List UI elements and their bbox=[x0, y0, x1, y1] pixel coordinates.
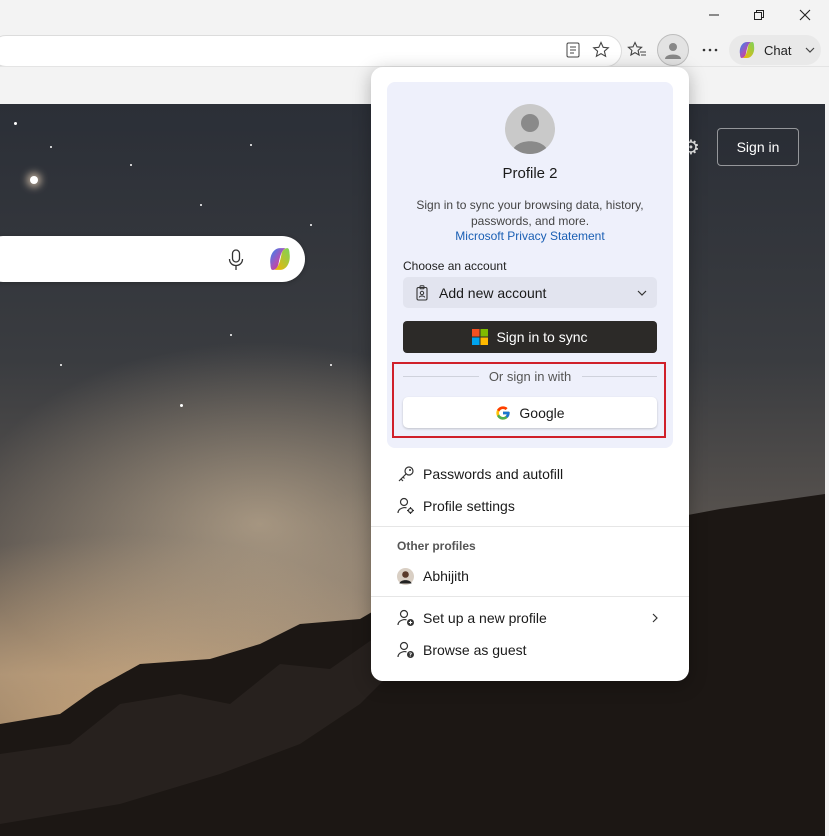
add-favorite-icon[interactable] bbox=[590, 39, 612, 61]
passwords-autofill-item[interactable]: Passwords and autofill bbox=[388, 460, 672, 488]
page-sign-in-button[interactable]: Sign in bbox=[717, 128, 799, 166]
copilot-search-icon[interactable] bbox=[264, 244, 296, 274]
profile-settings-label: Profile settings bbox=[423, 498, 515, 514]
other-profile-item[interactable]: Abhijith bbox=[388, 562, 672, 590]
close-icon bbox=[799, 9, 811, 21]
restore-button[interactable] bbox=[736, 0, 782, 30]
browse-as-guest-label: Browse as guest bbox=[423, 642, 527, 658]
set-up-new-profile-item[interactable]: Set up a new profile bbox=[388, 604, 672, 632]
copilot-icon bbox=[739, 42, 755, 58]
badge-icon bbox=[416, 284, 428, 301]
person-settings-icon bbox=[388, 497, 423, 515]
profile-button[interactable] bbox=[657, 34, 689, 66]
add-person-icon bbox=[388, 609, 423, 627]
favorites-icon[interactable] bbox=[626, 39, 648, 61]
copilot-chat-button[interactable]: Chat bbox=[729, 35, 821, 65]
privacy-statement-link[interactable]: Microsoft Privacy Statement bbox=[387, 229, 673, 243]
divider bbox=[371, 526, 689, 527]
reading-view-icon[interactable] bbox=[563, 40, 583, 60]
guest-icon: ? bbox=[388, 641, 423, 659]
restore-icon bbox=[754, 10, 764, 20]
microsoft-logo-icon bbox=[472, 329, 489, 345]
svg-text:?: ? bbox=[408, 653, 411, 659]
key-icon bbox=[388, 465, 423, 483]
microphone-icon[interactable] bbox=[228, 249, 244, 271]
google-logo-icon bbox=[496, 405, 511, 420]
close-window-button[interactable] bbox=[782, 0, 828, 30]
address-bar[interactable] bbox=[0, 35, 622, 67]
sync-description: Sign in to sync your browsing data, hist… bbox=[416, 198, 644, 228]
profile-settings-item[interactable]: Profile settings bbox=[388, 492, 672, 520]
profile-name: Profile 2 bbox=[502, 165, 558, 182]
web-search-box[interactable] bbox=[0, 236, 305, 282]
chevron-down-icon bbox=[637, 290, 647, 296]
profile-avatar bbox=[505, 104, 555, 154]
minimize-button[interactable] bbox=[691, 0, 737, 30]
more-options-icon[interactable] bbox=[699, 39, 721, 61]
passwords-autofill-label: Passwords and autofill bbox=[423, 466, 564, 482]
sign-in-to-sync-label: Sign in to sync bbox=[496, 329, 588, 345]
google-sign-in-button[interactable]: Google bbox=[403, 397, 657, 428]
or-sign-in-with-label: Or sign in with bbox=[488, 369, 572, 384]
set-up-new-profile-label: Set up a new profile bbox=[423, 610, 547, 626]
choose-account-label: Choose an account bbox=[403, 259, 507, 273]
chevron-down-icon bbox=[806, 47, 815, 53]
chat-label: Chat bbox=[764, 42, 792, 58]
browse-as-guest-item[interactable]: ? Browse as guest bbox=[388, 636, 672, 664]
divider bbox=[371, 596, 689, 597]
google-button-label: Google bbox=[519, 404, 565, 421]
person-icon bbox=[512, 114, 548, 154]
other-profile-avatar bbox=[388, 567, 423, 585]
chevron-right-icon bbox=[652, 613, 658, 623]
minimize-icon bbox=[709, 14, 719, 16]
account-dropdown[interactable]: Add new account bbox=[403, 277, 657, 308]
other-profile-name: Abhijith bbox=[423, 568, 469, 584]
sign-in-to-sync-button[interactable]: Sign in to sync bbox=[403, 321, 657, 353]
account-dropdown-value: Add new account bbox=[439, 284, 547, 301]
other-profiles-label: Other profiles bbox=[397, 539, 476, 553]
page-sign-in-label: Sign in bbox=[736, 139, 780, 155]
profile-avatar-icon bbox=[665, 43, 681, 59]
